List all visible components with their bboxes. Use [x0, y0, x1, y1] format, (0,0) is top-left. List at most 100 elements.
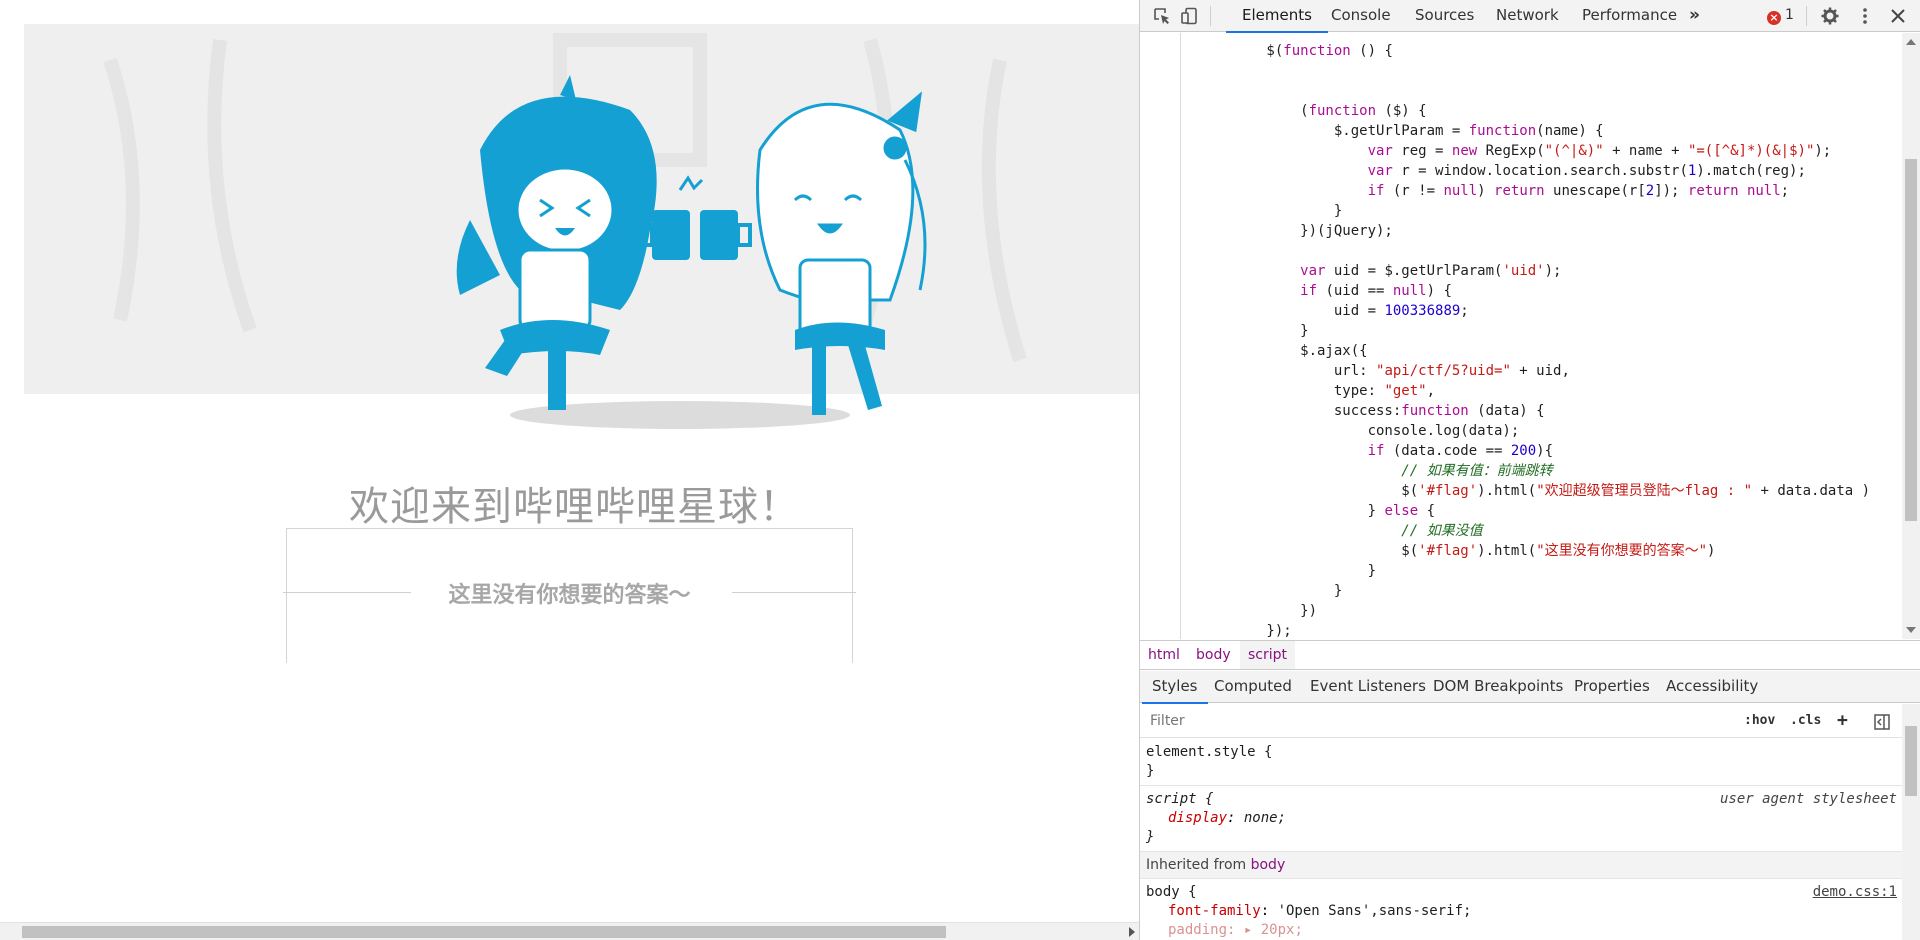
code-line: if (data.code == 200){ [1367, 443, 1554, 459]
tab-elements[interactable]: Elements [1226, 0, 1328, 33]
horizontal-scrollbar[interactable] [0, 922, 1139, 940]
new-rule-plus-icon[interactable]: + [1837, 710, 1848, 732]
code-line: $('#flag').html("这里没有你想要的答案～") [1140, 543, 1716, 559]
breadcrumb-body[interactable]: body [1188, 641, 1239, 669]
more-tabs-icon[interactable]: » [1687, 0, 1702, 32]
styles-filter-bar: :hov .cls + [1140, 704, 1920, 738]
tab-sources[interactable]: Sources [1413, 0, 1476, 32]
rule-selector: body { [1146, 884, 1197, 900]
code-line: var r = window.location.search.substr(1)… [1367, 163, 1806, 179]
toolbar-separator [1210, 6, 1211, 26]
close-devtools-icon[interactable] [1889, 7, 1907, 25]
settings-gear-icon[interactable] [1821, 7, 1839, 25]
source-code-view[interactable]: $(function () { (function ($) { $.getUrl… [1140, 33, 1920, 639]
rule-body[interactable]: demo.css:1 body { font-family: 'Open San… [1140, 879, 1903, 940]
code-line: }) [1140, 603, 1318, 619]
beer-mugs [638, 175, 752, 260]
code-line: $.ajax({ [1140, 343, 1368, 359]
welcome-heading: 欢迎来到哔哩哔哩星球！ [349, 484, 800, 530]
rule-declaration[interactable]: font-family: 'Open Sans',sans-serif; [1146, 902, 1897, 921]
mascot-right [756, 91, 927, 415]
code-line: $(function () { [1140, 43, 1393, 59]
tab-console[interactable]: Console [1329, 0, 1393, 32]
error-counter[interactable]: × 1 [1767, 7, 1794, 25]
prop-name: display [1168, 810, 1228, 826]
tab-accessibility[interactable]: Accessibility [1666, 671, 1758, 703]
scrollbar-thumb[interactable] [1905, 159, 1917, 521]
code-line: var reg = new RegExp("(^|&)" + name + "=… [1367, 143, 1832, 159]
code-line: // 如果有值：前端跳转 [1401, 463, 1553, 479]
breadcrumb-script[interactable]: script [1240, 641, 1296, 669]
styles-subtabs: Styles Computed Event Listeners DOM Brea… [1140, 671, 1920, 704]
error-count: 1 [1785, 7, 1794, 23]
tab-properties[interactable]: Properties [1574, 671, 1650, 703]
toolbar-separator [1806, 6, 1807, 26]
code-line: success:function (data) { [1140, 403, 1545, 419]
rule-close-brace: } [1146, 829, 1155, 845]
devtools-toolbar: Elements Console Sources Network Perform… [1140, 0, 1920, 33]
code-line: type: "get", [1140, 383, 1436, 399]
rule-script-ua[interactable]: user agent stylesheet script { display: … [1140, 786, 1903, 852]
prop-name: padding [1168, 922, 1228, 938]
mascot-left [456, 75, 657, 410]
code-vertical-scrollbar[interactable] [1902, 33, 1920, 639]
rule-declaration[interactable]: padding: ▸ 20px; [1146, 921, 1897, 940]
tab-dom-breakpoints[interactable]: DOM Breakpoints [1433, 671, 1563, 703]
flag-text: 这里没有你想要的答案～ [448, 583, 691, 608]
code-line: console.log(data); [1140, 423, 1520, 439]
class-toggle-button[interactable]: .cls [1790, 710, 1821, 732]
tab-network[interactable]: Network [1494, 0, 1561, 32]
prop-value: 'Open Sans',sans-serif; [1277, 903, 1472, 919]
code-line: } [1140, 583, 1343, 599]
scrollbar-thumb[interactable] [1905, 726, 1917, 796]
tab-performance[interactable]: Performance [1580, 0, 1679, 32]
code-line: })(jQuery); [1140, 223, 1393, 239]
rule-source-link[interactable]: demo.css:1 [1813, 883, 1897, 902]
code-line: $.getUrlParam = function(name) { [1140, 123, 1604, 139]
scroll-down-arrow-icon[interactable] [1906, 627, 1916, 633]
code-line: if (uid == null) { [1300, 283, 1452, 299]
code-line: } [1140, 323, 1309, 339]
device-toolbar-icon[interactable] [1181, 7, 1199, 25]
inherited-header: Inherited from body [1140, 852, 1903, 879]
breadcrumb-html[interactable]: html [1140, 641, 1188, 669]
web-page: 欢迎来到哔哩哔哩星球！ 这里没有你想要的答案～ [0, 0, 1139, 940]
rule-element-style[interactable]: element.style { } [1140, 739, 1903, 786]
screen: 欢迎来到哔哩哔哩星球！ 这里没有你想要的答案～ Elements Console [0, 0, 1920, 940]
toggle-sidebar-icon[interactable] [1874, 714, 1890, 730]
rule-source: user agent stylesheet [1719, 791, 1897, 807]
styles-filter-input[interactable] [1144, 709, 1724, 733]
code-line: } [1140, 563, 1377, 579]
tab-computed[interactable]: Computed [1214, 671, 1292, 703]
prop-name: font-family [1168, 903, 1261, 919]
inherited-tag[interactable]: body [1251, 857, 1286, 873]
rule-close-brace: } [1146, 763, 1155, 779]
tab-styles[interactable]: Styles [1142, 671, 1207, 704]
code-line: $('#flag').html("欢迎超级管理员登陆～flag : " + da… [1140, 483, 1871, 499]
code-line: (function ($) { [1140, 103, 1427, 119]
code-line: url: "api/ctf/5?uid=" + uid, [1140, 363, 1570, 379]
scroll-up-arrow-icon[interactable] [1906, 39, 1916, 45]
mascot-illustration [103, 33, 1027, 429]
prop-value: none; [1243, 810, 1287, 826]
more-options-icon[interactable] [1856, 7, 1874, 25]
hover-state-button[interactable]: :hov [1744, 710, 1775, 732]
tab-event-listeners[interactable]: Event Listeners [1310, 671, 1426, 703]
styles-scrollbar[interactable] [1902, 704, 1920, 940]
scrollbar-thumb[interactable] [22, 926, 946, 938]
style-rules-list: element.style { } user agent stylesheet … [1140, 739, 1903, 940]
error-icon: × [1767, 11, 1781, 25]
flag-box: 这里没有你想要的答案～ [283, 528, 856, 663]
inherited-label: Inherited from [1146, 857, 1247, 873]
devtools-panel: Elements Console Sources Network Perform… [1139, 0, 1920, 940]
breadcrumb: html body script [1140, 640, 1920, 670]
prop-value: 20px; [1260, 922, 1303, 938]
script-source: $(function () { (function ($) { $.getUrl… [1140, 41, 1870, 639]
code-line: uid = 100336889; [1140, 303, 1469, 319]
scroll-right-arrow-icon[interactable] [1129, 927, 1135, 937]
inspect-element-icon[interactable] [1153, 7, 1171, 25]
rule-declaration[interactable]: display: none; [1146, 809, 1897, 828]
